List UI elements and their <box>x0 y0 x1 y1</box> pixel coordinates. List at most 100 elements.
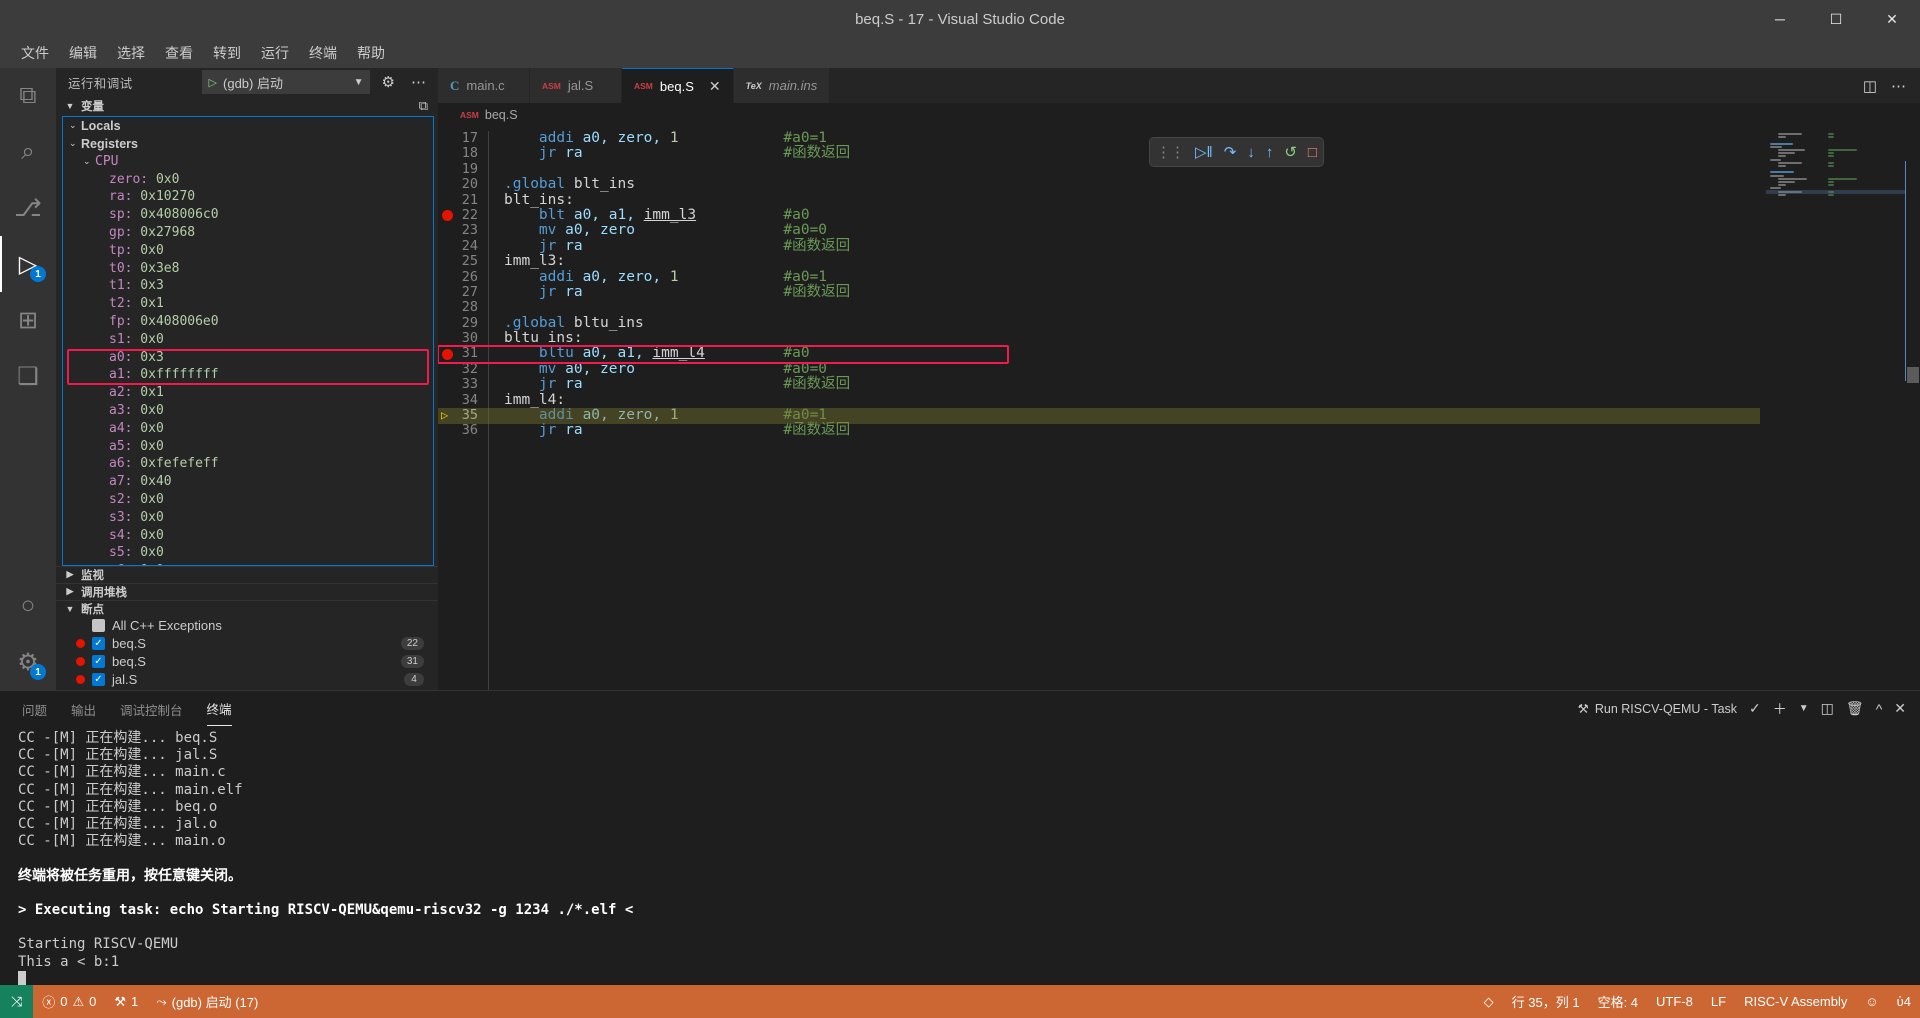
problems-status[interactable]: ⓧ 0 ⚠ 0 <box>33 985 105 1018</box>
editor-tab-main-c[interactable]: Cmain.c <box>438 68 530 103</box>
gear-icon[interactable]: ⚙ <box>378 71 399 93</box>
more-actions-icon[interactable]: ⋯ <box>407 71 430 93</box>
debug-session-status[interactable]: ⤳ (gdb) 启动 (17) <box>147 985 267 1018</box>
variables-section-header[interactable]: ▼ 变量 ⧉ <box>56 96 438 115</box>
split-terminal-icon[interactable]: ◫ <box>1821 700 1834 717</box>
code-line[interactable]: 36 jr ra #函数返回 <box>438 423 1920 438</box>
chevron-down-icon[interactable]: ▼ <box>1799 703 1809 714</box>
twisty-icon[interactable]: ⌄ <box>69 120 81 131</box>
breakpoint-glyph-icon[interactable] <box>442 349 453 360</box>
terminal-task-label[interactable]: ⚒ Run RISCV-QEMU - Task <box>1578 701 1737 716</box>
launch-config-dropdown[interactable]: ▷ (gdb) 启动 ▼ <box>202 70 370 94</box>
code-line[interactable]: 26 addi a0, zero, 1 #a0=1 <box>438 270 1920 285</box>
activity-remote-explorer[interactable]: ❑ <box>0 348 56 404</box>
breadcrumb-file[interactable]: beq.S <box>485 108 518 122</box>
code-line[interactable]: 25imm_l3: <box>438 254 1920 269</box>
watch-section-header[interactable]: ▶ 监视 <box>56 566 438 583</box>
minimap[interactable] <box>1766 127 1906 690</box>
activity-accounts[interactable]: ○ <box>0 578 56 634</box>
notifications-bell-icon[interactable]: ὑ4 <box>1888 994 1920 1009</box>
breakpoint-row[interactable]: All C++ Exceptions <box>56 617 438 635</box>
menu-item-2[interactable]: 选择 <box>108 39 154 67</box>
callstack-section-header[interactable]: ▶ 调用堆栈 <box>56 583 438 600</box>
variable-row[interactable]: a3: 0x0 <box>63 402 433 420</box>
step-out-icon[interactable]: ↑ <box>1266 144 1274 161</box>
menu-item-0[interactable]: 文件 <box>12 39 58 67</box>
maximize-panel-icon[interactable]: ^ <box>1876 701 1883 717</box>
variable-row[interactable]: ⌄Locals <box>63 117 433 135</box>
code-line[interactable]: 20.global blt_ins <box>438 177 1920 192</box>
continue-icon[interactable]: ▷‖ <box>1195 143 1213 161</box>
code-line[interactable]: 23 mv a0, zero #a0=0 <box>438 223 1920 238</box>
variable-row[interactable]: fp: 0x408006e0 <box>63 313 433 331</box>
check-icon[interactable]: ✓ <box>1749 700 1761 717</box>
code-line[interactable]: 30bltu_ins: <box>438 331 1920 346</box>
more-actions-icon[interactable]: ⋯ <box>1891 77 1906 95</box>
panel-tab-问题[interactable]: 问题 <box>22 692 47 726</box>
editor-tab-beq-S[interactable]: ASMbeq.S✕ <box>622 68 734 103</box>
end-of-line[interactable]: LF <box>1702 994 1735 1009</box>
variable-row[interactable]: a7: 0x40 <box>63 473 433 491</box>
variable-row[interactable]: a5: 0x0 <box>63 437 433 455</box>
trash-icon[interactable]: 🗑 <box>1846 700 1864 717</box>
panel-tab-调试控制台[interactable]: 调试控制台 <box>120 692 183 726</box>
new-terminal-icon[interactable]: ＋ <box>1773 699 1787 719</box>
encoding[interactable]: UTF-8 <box>1647 994 1702 1009</box>
activity-extensions[interactable]: ⊞ <box>0 292 56 348</box>
stop-icon[interactable]: □ <box>1308 144 1317 161</box>
remote-indicator[interactable]: ⤨ <box>0 985 33 1018</box>
breakpoint-checkbox[interactable] <box>92 619 105 632</box>
variable-row[interactable]: a6: 0xfefefeff <box>63 455 433 473</box>
close-panel-icon[interactable]: ✕ <box>1894 700 1906 717</box>
close-icon[interactable]: ✕ <box>709 78 721 95</box>
code-lines[interactable]: 17 addi a0, zero, 1 #a0=118 jr ra #函数返回1… <box>438 127 1920 690</box>
variable-row[interactable]: ra: 0x10270 <box>63 188 433 206</box>
variable-row[interactable]: s3: 0x0 <box>63 508 433 526</box>
menu-item-1[interactable]: 编辑 <box>60 39 106 67</box>
variable-row[interactable]: gp: 0x27968 <box>63 224 433 242</box>
code-line[interactable]: 27 jr ra #函数返回 <box>438 285 1920 300</box>
menu-item-7[interactable]: 帮助 <box>348 39 394 67</box>
restart-icon[interactable]: ↺ <box>1284 143 1297 161</box>
variable-row[interactable]: tp: 0x0 <box>63 241 433 259</box>
debug-toolbar[interactable]: ⋮⋮▷‖↷↓↑↺□ <box>1149 137 1324 167</box>
cursor-position[interactable]: 行 35，列 1 <box>1503 992 1589 1011</box>
editor-tab-jal-S[interactable]: ASMjal.S <box>530 68 622 103</box>
language-mode[interactable]: RISC-V Assembly <box>1735 994 1856 1009</box>
feedback-icon[interactable]: ☺ <box>1856 994 1887 1009</box>
maximize-icon[interactable]: ☐ <box>1808 0 1864 38</box>
variable-row[interactable]: t2: 0x1 <box>63 295 433 313</box>
variable-row[interactable]: t0: 0x3e8 <box>63 259 433 277</box>
variable-row[interactable]: ⌄CPU <box>63 153 433 171</box>
breadcrumb[interactable]: ASM beq.S <box>438 103 1920 127</box>
menu-item-4[interactable]: 转到 <box>204 39 250 67</box>
variable-row[interactable]: zero: 0x0 <box>63 170 433 188</box>
twisty-icon[interactable]: ⌄ <box>83 156 95 167</box>
variable-row[interactable]: ⌄Registers <box>63 135 433 153</box>
editor-tab-main-ins[interactable]: TeXmain.ins <box>734 68 831 103</box>
code-line[interactable]: 32 mv a0, zero #a0=0 <box>438 362 1920 377</box>
step-into-icon[interactable]: ↓ <box>1247 144 1255 161</box>
activity-source-control[interactable]: ⎇ <box>0 180 56 236</box>
variables-tree[interactable]: ⌄Locals⌄Registers⌄CPUzero: 0x0ra: 0x1027… <box>62 116 434 566</box>
variable-row[interactable]: t1: 0x3 <box>63 277 433 295</box>
twisty-icon[interactable]: ⌄ <box>69 138 81 149</box>
code-editor[interactable]: 17 addi a0, zero, 1 #a0=118 jr ra #函数返回1… <box>438 127 1920 690</box>
flame-status[interactable]: ◇ <box>1475 994 1503 1010</box>
code-line[interactable]: 28 <box>438 300 1920 315</box>
breakpoint-row[interactable]: ✓jal.S4 <box>56 671 438 689</box>
tasks-status[interactable]: ⚒ 1 <box>105 985 147 1018</box>
variable-row[interactable]: a2: 0x1 <box>63 384 433 402</box>
code-line[interactable]: 34imm_l4: <box>438 393 1920 408</box>
code-line[interactable]: 29.global bltu_ins <box>438 316 1920 331</box>
breakpoint-checkbox[interactable]: ✓ <box>92 655 105 668</box>
menu-item-6[interactable]: 终端 <box>300 39 346 67</box>
editor-scrollbar[interactable] <box>1906 127 1920 690</box>
step-over-icon[interactable]: ↷ <box>1224 143 1237 161</box>
breakpoint-checkbox[interactable]: ✓ <box>92 637 105 650</box>
variable-row[interactable]: s1: 0x0 <box>63 330 433 348</box>
breakpoint-row[interactable]: ✓beq.S31 <box>56 653 438 671</box>
minimize-icon[interactable]: ─ <box>1752 0 1808 38</box>
code-line[interactable]: 33 jr ra #函数返回 <box>438 377 1920 392</box>
indentation[interactable]: 空格: 4 <box>1589 992 1647 1011</box>
